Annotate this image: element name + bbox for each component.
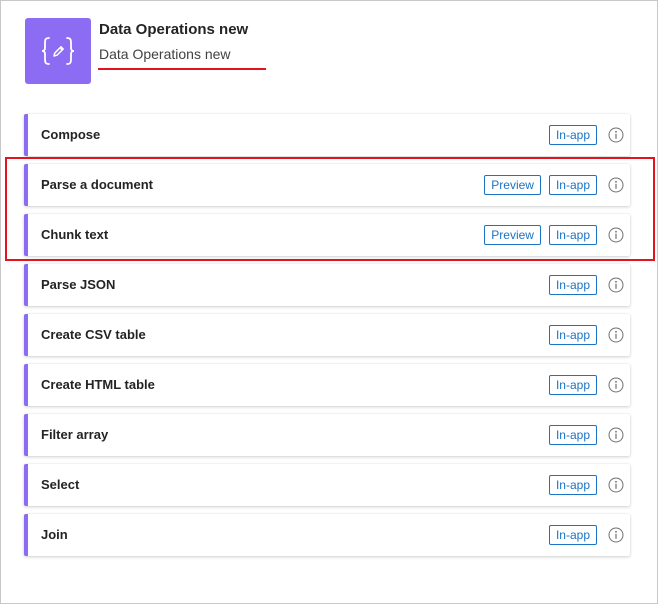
- in-app-badge: In-app: [548, 325, 597, 345]
- action-name: Join: [41, 527, 68, 542]
- in-app-badge: In-app: [548, 375, 597, 395]
- info-icon[interactable]: [607, 277, 624, 294]
- action-name: Select: [41, 477, 80, 492]
- action-parse-json[interactable]: Parse JSON In-app: [24, 264, 630, 306]
- in-app-badge: In-app: [548, 475, 597, 495]
- info-icon[interactable]: [607, 527, 624, 544]
- action-name: Filter array: [41, 427, 109, 442]
- connector-subtitle: Data Operations new: [99, 46, 231, 62]
- action-name: Compose: [41, 127, 101, 142]
- action-select[interactable]: Select In-app: [24, 464, 630, 506]
- panel-frame: Data Operations new Data Operations new …: [0, 0, 658, 604]
- info-icon[interactable]: [607, 377, 624, 394]
- info-icon[interactable]: [607, 477, 624, 494]
- annotation-highlight-box: [5, 157, 655, 261]
- action-name: Create HTML table: [41, 377, 155, 392]
- action-join[interactable]: Join In-app: [24, 514, 630, 556]
- info-icon[interactable]: [607, 127, 624, 144]
- info-icon[interactable]: [607, 427, 624, 444]
- connector-title: Data Operations new: [99, 21, 249, 38]
- action-filter-array[interactable]: Filter array In-app: [24, 414, 630, 456]
- annotation-underline: [98, 68, 266, 70]
- connector-icon: [25, 18, 91, 84]
- action-create-csv-table[interactable]: Create CSV table In-app: [24, 314, 630, 356]
- action-compose[interactable]: Compose In-app: [24, 114, 630, 156]
- action-create-html-table[interactable]: Create HTML table In-app: [24, 364, 630, 406]
- in-app-badge: In-app: [548, 425, 597, 445]
- action-name: Parse JSON: [41, 277, 116, 292]
- info-icon[interactable]: [607, 327, 624, 344]
- in-app-badge: In-app: [548, 125, 597, 145]
- in-app-badge: In-app: [548, 525, 597, 545]
- action-name: Create CSV table: [41, 327, 146, 342]
- curly-braces-edit-icon: [41, 37, 75, 65]
- in-app-badge: In-app: [548, 275, 597, 295]
